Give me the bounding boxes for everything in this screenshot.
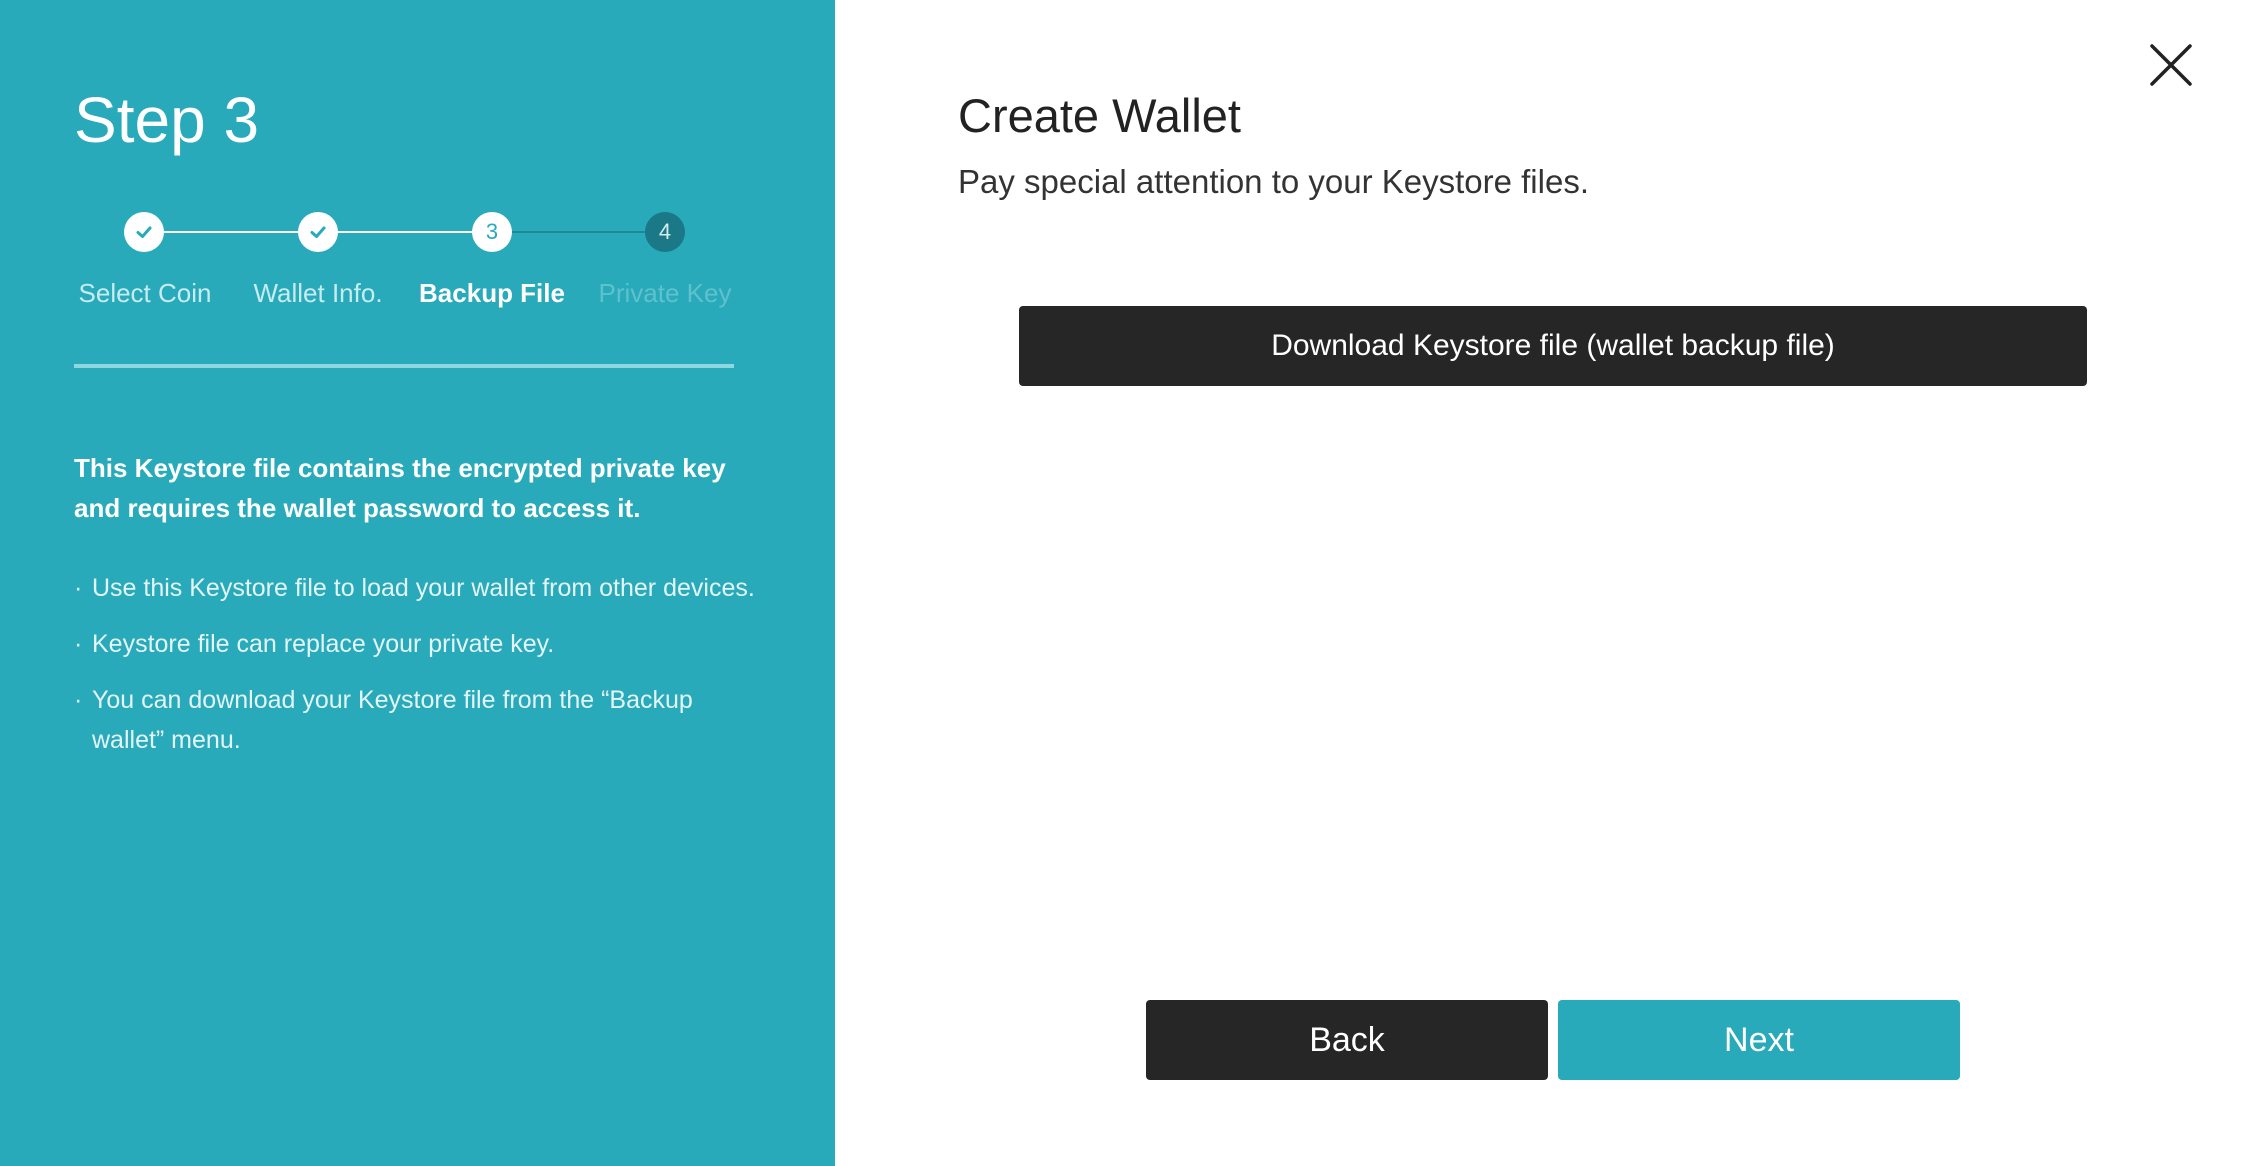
bullet-marker: ·: [74, 630, 83, 658]
close-button[interactable]: [2146, 40, 2196, 90]
list-item-text: Keystore file can replace your private k…: [92, 630, 555, 658]
step-2-indicator: [298, 212, 338, 252]
step-connector: [512, 231, 662, 233]
step-4-label: Private Key: [598, 278, 732, 308]
download-keystore-button[interactable]: Download Keystore file (wallet backup fi…: [1019, 306, 2087, 386]
close-icon: [2150, 44, 2192, 86]
list-item-text: Use this Keystore file to load your wall…: [92, 574, 755, 602]
back-button[interactable]: Back: [1146, 1000, 1548, 1080]
step-2-label: Wallet Info.: [253, 278, 383, 308]
page-subtitle: Pay special attention to your Keystore f…: [958, 163, 1589, 200]
step-1-indicator: [124, 212, 164, 252]
step-4-indicator: 4: [645, 212, 685, 252]
checkmark-icon: [310, 226, 326, 238]
keystore-info-list: · Use this Keystore file to load your wa…: [74, 568, 764, 776]
step-1-label: Select Coin: [78, 278, 212, 308]
bullet-marker: ·: [74, 574, 83, 602]
next-button[interactable]: Next: [1558, 1000, 1960, 1080]
keystore-info-heading: This Keystore file contains the encrypte…: [74, 453, 726, 523]
step-sidebar: Step 3 Select Coin Wallet Info. 3 Backup…: [0, 0, 835, 1166]
list-item: · Use this Keystore file to load your wa…: [74, 568, 764, 608]
step-3-indicator: 3: [472, 212, 512, 252]
progress-stepper: Select Coin Wallet Info. 3 Backup File 4…: [0, 0, 835, 330]
list-item: · You can download your Keystore file fr…: [74, 680, 764, 760]
page-title: Create Wallet: [958, 89, 1241, 142]
list-item: · Keystore file can replace your private…: [74, 624, 764, 664]
step-3-label: Backup File: [419, 278, 565, 308]
step-connector: [164, 231, 318, 233]
checkmark-icon: [136, 226, 152, 238]
create-wallet-modal: Step 3 Select Coin Wallet Info. 3 Backup…: [0, 0, 2244, 1166]
step-connector: [338, 231, 492, 233]
sidebar-divider: [74, 364, 734, 368]
bullet-marker: ·: [74, 686, 83, 714]
list-item-text: You can download your Keystore file from…: [92, 686, 693, 754]
